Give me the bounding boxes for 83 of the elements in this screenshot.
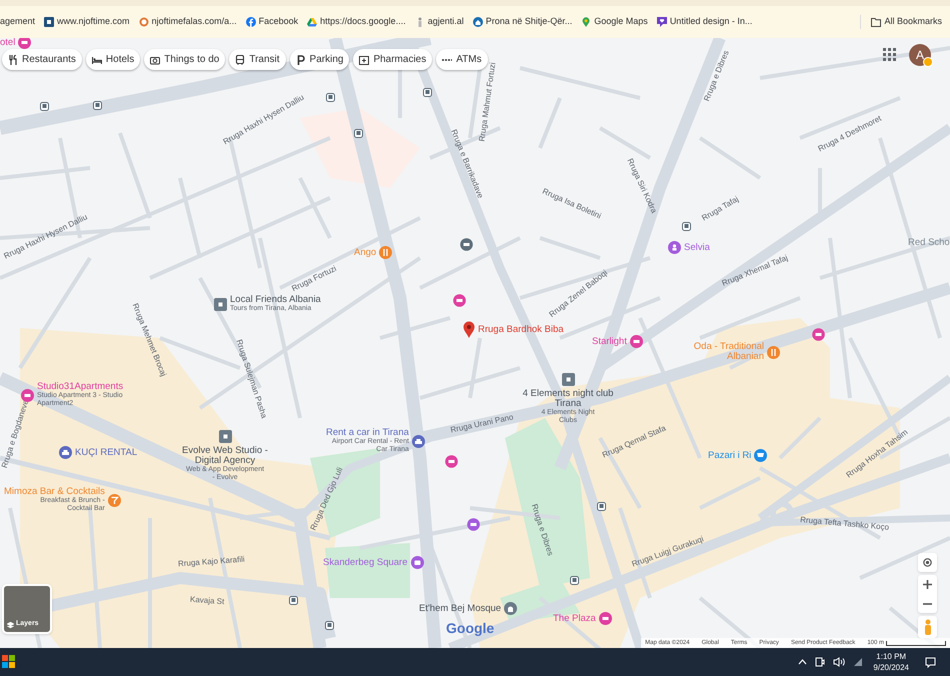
- location-target-icon: [922, 557, 933, 568]
- pharmacy-icon: [359, 54, 370, 64]
- facebook-icon: [246, 17, 256, 27]
- bus-stop-icon[interactable]: [423, 88, 432, 97]
- bookmark-link[interactable]: Untitled design - In...: [656, 15, 752, 29]
- category-chip[interactable]: Transit: [229, 49, 286, 70]
- pegman-icon: [924, 619, 932, 635]
- bookmark-link[interactable]: agement: [0, 15, 36, 29]
- street-label: Rruga Tafaj: [700, 194, 742, 224]
- minus-icon: [923, 602, 932, 604]
- place-label[interactable]: Starlight: [592, 336, 627, 346]
- category-chip[interactable]: ATMs: [436, 49, 488, 70]
- street-label: Rruga Siri Kodra: [624, 156, 660, 216]
- bookmark-link[interactable]: Prona në Shitje-Qër...: [472, 15, 572, 29]
- street-label: Rruga Kajo Karafili: [178, 554, 246, 570]
- person-icon[interactable]: [668, 241, 681, 254]
- bookmark-link[interactable]: https://docs.google....: [307, 15, 406, 29]
- category-chip[interactable]: Restaurants: [2, 49, 82, 70]
- nj-logo-icon: [44, 17, 54, 27]
- square-icon[interactable]: [218, 430, 232, 443]
- bus-stop-icon[interactable]: [326, 93, 335, 102]
- bus-stop-icon[interactable]: [93, 101, 102, 110]
- map-pin-icon: [581, 17, 592, 27]
- layers-icon: [7, 622, 14, 629]
- street-label: Rruga Haxhi Hysen Dalliu: [2, 212, 90, 262]
- chevron-up-icon[interactable]: [798, 659, 808, 665]
- street-label: Rruga Urani Pano: [449, 411, 515, 437]
- parking-sign-icon: [296, 54, 306, 64]
- clock-time[interactable]: 1:10 PM: [876, 651, 906, 662]
- category-chip[interactable]: Things to do: [144, 49, 226, 70]
- bookmark-link[interactable]: Facebook: [246, 15, 298, 29]
- category-chip[interactable]: Parking: [290, 49, 350, 70]
- start-icon[interactable]: [2, 655, 16, 669]
- house-icon: [472, 17, 483, 27]
- street-label: Rruga e Dibres: [528, 502, 556, 558]
- place-label[interactable]: 4 Elements night club Tirana: [520, 389, 616, 409]
- square-icon[interactable]: [214, 298, 227, 310]
- bus-stop-icon[interactable]: [597, 502, 606, 511]
- place-label[interactable]: Local Friends Albania: [230, 295, 330, 305]
- bus-stop-icon[interactable]: [354, 129, 363, 138]
- bus-stop-icon[interactable]: [40, 102, 49, 111]
- street-label: Rruga Tefta Tashko Koço: [800, 514, 890, 534]
- plus-icon: [923, 580, 932, 589]
- street-label: Rruga Sulejman Pasha: [234, 338, 270, 420]
- dome-icon[interactable]: [504, 602, 518, 615]
- folder-icon: [871, 17, 882, 27]
- account-avatar[interactable]: A: [909, 44, 931, 66]
- place-label[interactable]: Et'hem Bej Mosque: [419, 604, 502, 614]
- place-label[interactable]: KUÇI RENTAL: [75, 448, 138, 458]
- my-location-button[interactable]: [918, 553, 937, 572]
- category-chip[interactable]: Pharmacies: [353, 49, 432, 70]
- apps-grid-icon[interactable]: [883, 48, 896, 61]
- car-icon[interactable]: [59, 446, 72, 459]
- bookmark-link[interactable]: All Bookmarks: [860, 15, 942, 29]
- place-label[interactable]: Evolve Web Studio - Digital Agency: [173, 446, 277, 466]
- bus-icon: [235, 54, 246, 64]
- category-chip[interactable]: Hotels: [86, 49, 140, 70]
- notification-icon[interactable]: [925, 656, 936, 668]
- chat-bubble-icon: [656, 17, 667, 27]
- map-logo: Google: [446, 619, 494, 638]
- place-label[interactable]: Rent a car in Tirana: [326, 428, 409, 438]
- bus-stop-icon[interactable]: [570, 576, 579, 585]
- bookmark-link[interactable]: www.njoftime.com: [44, 15, 130, 29]
- bus-stop-icon[interactable]: [289, 596, 298, 605]
- drive-icon: [307, 17, 318, 27]
- bookmark-link[interactable]: njoftimefalas.com/a...: [138, 15, 237, 29]
- shopping-cart-icon[interactable]: [754, 449, 768, 462]
- scale-bar-icon: [886, 640, 946, 646]
- clock-date[interactable]: 9/20/2024: [873, 662, 909, 673]
- bus-stop-icon[interactable]: [325, 621, 334, 630]
- bookmark-link[interactable]: agjenti.al: [414, 15, 464, 29]
- square-icon[interactable]: [562, 373, 574, 386]
- map-pin-icon[interactable]: [463, 321, 475, 338]
- bookmark-link[interactable]: Google Maps: [581, 15, 648, 29]
- street-label: Rruga e Dibres: [701, 48, 732, 104]
- speaker-icon[interactable]: [833, 657, 846, 667]
- car-icon[interactable]: [412, 434, 425, 448]
- place-label[interactable]: Rruga Bardhok Biba: [478, 324, 564, 334]
- bus-stop-icon[interactable]: [682, 222, 691, 231]
- street-label: Kavaja St: [190, 594, 225, 608]
- place-label[interactable]: Selvia: [684, 242, 710, 252]
- wifi-icon[interactable]: [853, 657, 864, 667]
- round-logo-icon: [138, 17, 149, 27]
